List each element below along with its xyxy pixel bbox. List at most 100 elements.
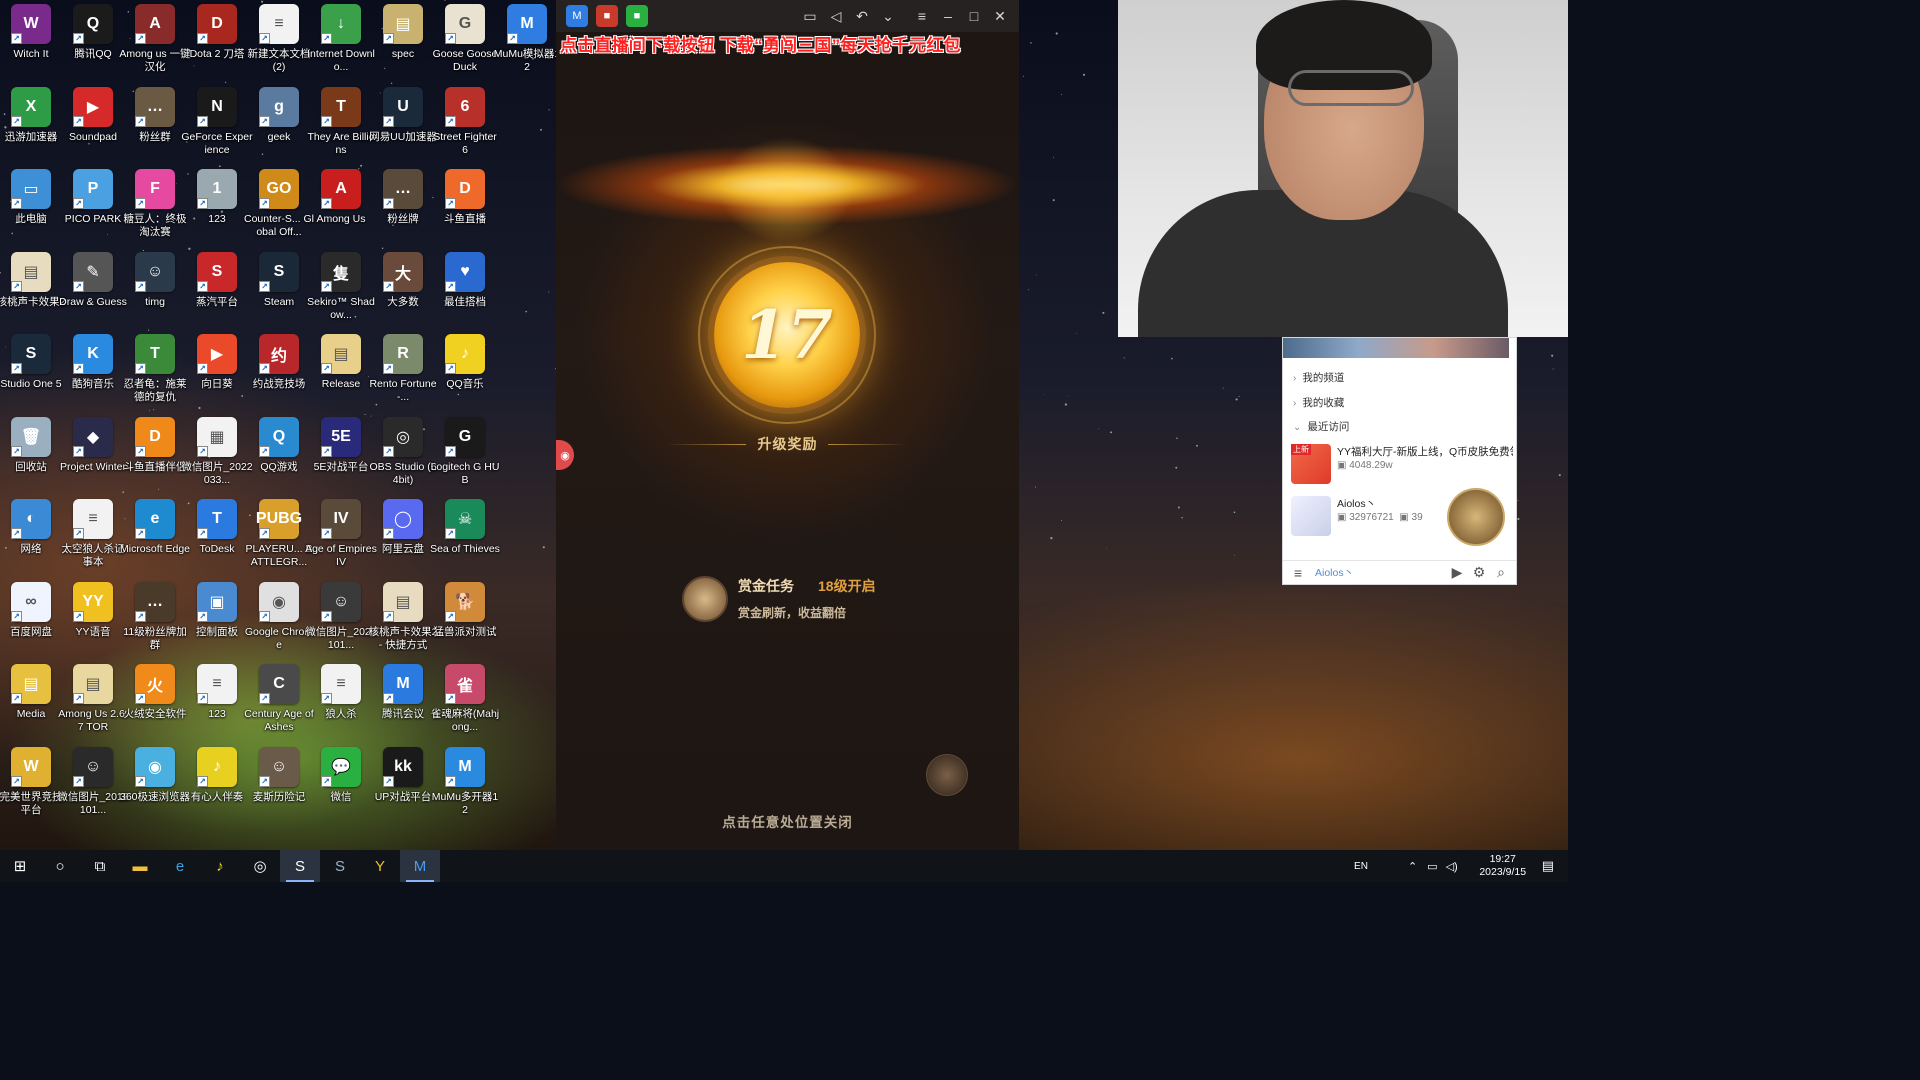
desktop-icon[interactable]: F ↗ 糖豆人：终极淘汰赛 — [124, 165, 187, 247]
desktop-icon[interactable]: ↓ ↗ Internet Downlo... — [307, 0, 375, 82]
desktop-icon[interactable]: R ↗ Rento Fortune -... — [369, 330, 437, 412]
volume-icon[interactable]: ◁ — [823, 3, 849, 29]
maximize-icon[interactable]: □ — [961, 3, 987, 29]
qq-music-icon[interactable]: ♪ — [200, 850, 240, 882]
desktop-icon[interactable]: ◎ ↗ OBS Studio (64bit) — [369, 413, 437, 495]
desktop-icon[interactable]: 约 ↗ 约战竞技场 — [248, 330, 310, 412]
desktop-icon[interactable]: G ↗ Logitech G HUB — [431, 413, 499, 495]
desktop-icon[interactable]: U ↗ 网易UU加速器 — [369, 83, 437, 165]
desktop-icon[interactable]: D ↗ 斗鱼直播 — [434, 165, 496, 247]
menu-my-channels[interactable]: › 我的频道 — [1293, 370, 1344, 385]
desktop-icon[interactable]: ☺ ↗ 麦斯历险记 — [248, 743, 310, 825]
desktop-icon[interactable]: 隻 ↗ Sekiro™ Shadow... — [307, 248, 375, 330]
desktop-icon[interactable]: K ↗ 酷狗音乐 — [62, 330, 124, 412]
desktop-icon[interactable]: S ↗ 蒸汽平台 — [186, 248, 248, 330]
desktop-icon[interactable]: 火 ↗ 火绒安全软件 — [124, 660, 187, 742]
desktop-icon[interactable]: e ↗ Microsoft Edge — [120, 495, 190, 577]
desktop-icon[interactable]: P ↗ PICO PARK — [62, 165, 124, 247]
desktop-icon[interactable]: 1 ↗ 123 — [186, 165, 248, 247]
desktop-icon[interactable]: 💬 ↗ 微信 — [310, 743, 372, 825]
back-icon[interactable]: ↶ — [849, 3, 875, 29]
yy-side-panel[interactable]: › 我的频道 › 我的收藏 ⌄ 最近访问 上新 YY福利大厅-新版上线，Q币皮肤免费领… — [1282, 337, 1517, 585]
video-icon[interactable]: ▶ — [1446, 562, 1468, 584]
input-language[interactable]: EN — [1354, 861, 1368, 872]
desktop-icon[interactable]: ◯ ↗ 阿里云盘 — [372, 495, 434, 577]
game-tab-icon[interactable]: ■ — [596, 5, 618, 27]
clock[interactable]: 19:27 2023/9/15 — [1468, 853, 1538, 879]
desktop-icon[interactable]: ▤ ↗ Media — [0, 660, 62, 742]
desktop-icon[interactable]: G ↗ Goose Goose Duck — [433, 0, 497, 82]
desktop-icon[interactable]: S ↗ Steam — [248, 248, 310, 330]
desktop-icon[interactable]: ∞ ↗ 百度网盘 — [0, 578, 62, 660]
desktop-icon[interactable]: 🐕 ↗ 猛兽派对测试 — [434, 578, 497, 660]
desktop-icon[interactable]: W ↗ 完美世界竞技平台 — [0, 743, 63, 825]
desktop-icon[interactable]: GO ↗ Counter-S... Global Off... — [244, 165, 314, 247]
desktop-icon[interactable]: 大 ↗ 大多数 — [372, 248, 434, 330]
desktop-icon[interactable]: W ↗ Witch It — [0, 0, 62, 82]
chevron-down-icon[interactable]: ⌄ — [875, 3, 901, 29]
start-button[interactable]: ⊞ — [0, 850, 40, 882]
desktop-icon[interactable]: ☺ ↗ timg — [124, 248, 186, 330]
desktop-icon[interactable]: ▤ ↗ 核桃声卡效果2 — [0, 248, 65, 330]
desktop-icon[interactable]: … ↗ 粉丝群 — [124, 83, 186, 165]
desktop-icon[interactable]: ♥ ↗ 最佳搭档 — [434, 248, 496, 330]
desktop-icon[interactable]: ▶ ↗ 向日葵 — [186, 330, 248, 412]
chevron-up-icon[interactable]: ⌃ — [1408, 860, 1417, 873]
search-icon[interactable]: ○ — [40, 850, 80, 882]
minimize-icon[interactable]: – — [935, 3, 961, 29]
assistant-float-button[interactable] — [926, 754, 968, 796]
settings-icon[interactable]: ⚙ — [1468, 562, 1490, 584]
desktop-icon[interactable]: ▤ ↗ 核桃声卡效果2 - 快捷方式 — [369, 578, 437, 660]
desktop-icon[interactable]: S ↗ Studio One 5 — [0, 330, 62, 412]
mumu-icon[interactable]: M — [400, 850, 440, 882]
menu-icon[interactable]: ≡ — [909, 3, 935, 29]
yy-icon[interactable]: Y — [360, 850, 400, 882]
menu-my-favorites[interactable]: › 我的收藏 — [1293, 395, 1344, 410]
desktop-icon[interactable]: ▭ ↗ 此电脑 — [0, 165, 62, 247]
desktop-icon[interactable]: D ↗ 斗鱼直播伴侣 — [124, 413, 187, 495]
desktop-icon[interactable]: Q ↗ 腾讯QQ — [62, 0, 124, 82]
desktop-icon[interactable]: ♪ ↗ QQ音乐 — [434, 330, 496, 412]
wechat-tab-icon[interactable]: ■ — [626, 5, 648, 27]
mumu-emulator-window[interactable]: M ■ ■ ▭ ◁ ↶ ⌄ ≡ – □ ✕ 点击直播间下载按钮 下载“勇闯三国”… — [556, 0, 1019, 850]
desktop-icon[interactable]: ♪ ↗ 有心人伴奏 — [186, 743, 248, 825]
channel-item[interactable]: 上新 YY福利大厅-新版上线，Q币皮肤免费领 ▣ 4048.29w — [1291, 444, 1513, 490]
emulator-titlebar[interactable]: M ■ ■ ▭ ◁ ↶ ⌄ ≡ – □ ✕ — [556, 0, 1019, 32]
desktop-icon[interactable]: ≡ ↗ 狼人杀 — [310, 660, 372, 742]
desktop-icon[interactable]: A ↗ Among us 一键汉化 — [119, 0, 191, 82]
menu-recent-visits[interactable]: ⌄ 最近访问 — [1293, 419, 1349, 434]
tap-to-close-hint[interactable]: 点击任意处位置关闭 — [556, 811, 1019, 831]
desktop-icon[interactable]: kk ↗ UP对战平台 — [372, 743, 434, 825]
close-icon[interactable]: ✕ — [987, 3, 1013, 29]
desktop-icon[interactable]: C ↗ Century Age of Ashes — [244, 660, 314, 742]
desktop-icon[interactable]: M ↗ MuMu模拟器12 — [494, 0, 560, 82]
studio-one-icon[interactable]: S — [280, 850, 320, 882]
desktop-icon[interactable]: PUBG ↗ PLAYERU... BATTLEGR... — [246, 495, 312, 577]
desktop-icon[interactable]: ☺ ↗ 微信图片_2020101... — [305, 578, 377, 660]
desktop-icon[interactable]: Q ↗ QQ游戏 — [248, 413, 310, 495]
desktop-icon[interactable]: … ↗ 11级粉丝牌加群 — [123, 578, 187, 660]
desktop-icon[interactable]: 🗑 ↗ 回收站 — [0, 413, 62, 495]
desktop-icon[interactable]: T ↗ 忍者龟：施莱德的复仇 — [124, 330, 187, 412]
steam-icon[interactable]: S — [320, 850, 360, 882]
task-view-icon[interactable]: ⧉ — [80, 850, 120, 882]
desktop-icon[interactable]: D ↗ Dota 2 刀塔 — [186, 0, 248, 82]
keyboard-icon[interactable]: ▭ — [797, 3, 823, 29]
desktop-icon[interactable]: X ↗ 迅游加速器 — [0, 83, 62, 165]
current-user[interactable]: Aiolos丶 — [1315, 565, 1446, 580]
desktop-icon[interactable]: ▶ ↗ Soundpad — [62, 83, 124, 165]
desktop-icon[interactable]: T ↗ ToDesk — [186, 495, 248, 577]
network-icon[interactable]: ▭ — [1427, 860, 1437, 873]
desktop-icon[interactable]: ≡ ↗ 太空狼人杀记事本 — [62, 495, 125, 577]
desktop-icon[interactable]: ✎ ↗ Draw & Guess — [59, 248, 127, 330]
desktop-icon[interactable]: ≡ ↗ 123 — [186, 660, 248, 742]
desktop-icon[interactable]: ☺ ↗ 微信图片_2018101... — [57, 743, 129, 825]
desktop-icon[interactable]: ≡ ↗ 新建文本文档 (2) — [248, 0, 311, 82]
desktop-icon[interactable]: M ↗ MuMu多开器12 — [432, 743, 498, 825]
volume-icon[interactable]: ◁) — [1446, 860, 1458, 873]
desktop-icon[interactable]: ◆ ↗ Project Winter — [60, 413, 126, 495]
notification-icon[interactable]: ▤ — [1542, 858, 1554, 874]
desktop-icon[interactable]: A ↗ Among Us — [310, 165, 372, 247]
desktop-icon[interactable]: M ↗ 腾讯会议 — [372, 660, 434, 742]
mumu-app-icon[interactable]: M — [566, 5, 588, 27]
